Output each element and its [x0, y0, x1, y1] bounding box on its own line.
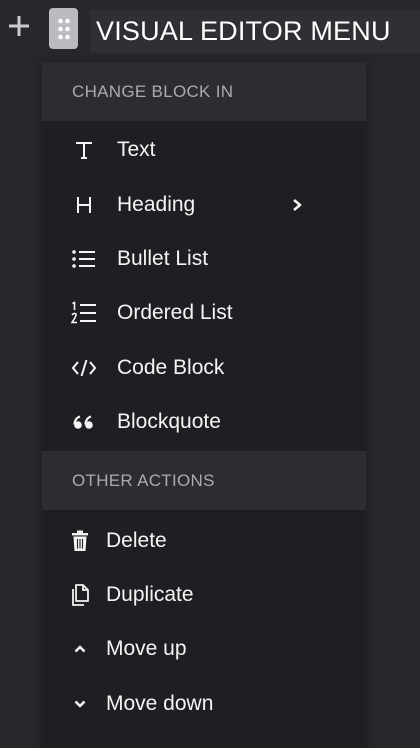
menu-item-label: Ordered List — [117, 301, 233, 325]
trash-icon — [66, 527, 94, 555]
editor-toolbar: VISUAL EDITOR MENU — [0, 0, 420, 58]
menu-item-label: Heading — [117, 192, 196, 216]
plus-icon — [9, 16, 29, 36]
menu-item-blockquote[interactable]: Blockquote — [42, 395, 366, 449]
menu-item-move-up[interactable]: Move up — [42, 622, 366, 676]
menu-item-label: Move down — [106, 691, 214, 715]
code-icon — [70, 354, 98, 382]
change-block-list: Text Heading Bullet List Ordered List Co… — [42, 121, 366, 451]
page-title: VISUAL EDITOR MENU — [96, 16, 391, 46]
menu-item-bullet-list[interactable]: Bullet List — [42, 232, 366, 286]
other-actions-list: Delete Duplicate Move up Move down — [42, 510, 366, 731]
menu-item-heading[interactable]: Heading — [42, 177, 366, 231]
heading-icon — [70, 191, 98, 219]
block-menu: CHANGE BLOCK IN Text Heading Bullet List… — [42, 62, 366, 748]
chevron-up-icon — [66, 635, 94, 663]
add-block-button[interactable] — [6, 12, 32, 40]
menu-item-ordered-list[interactable]: Ordered List — [42, 286, 366, 340]
menu-item-code-block[interactable]: Code Block — [42, 341, 366, 395]
menu-item-label: Delete — [106, 528, 167, 552]
page-title-box: VISUAL EDITOR MENU — [90, 10, 420, 53]
quote-icon — [70, 408, 98, 436]
menu-item-label: Duplicate — [106, 582, 194, 606]
menu-item-duplicate[interactable]: Duplicate — [42, 568, 366, 622]
menu-item-text[interactable]: Text — [42, 123, 366, 177]
menu-item-move-down[interactable]: Move down — [42, 677, 366, 731]
drag-handle-button[interactable] — [49, 8, 78, 49]
section-header-other-actions: OTHER ACTIONS — [42, 451, 366, 511]
menu-item-label: Move up — [106, 637, 187, 661]
bullet-list-icon — [70, 245, 98, 273]
chevron-down-icon — [66, 690, 94, 718]
text-icon — [70, 136, 98, 164]
menu-item-label: Text — [117, 138, 156, 162]
menu-item-label: Bullet List — [117, 246, 209, 270]
menu-item-delete[interactable]: Delete — [42, 513, 366, 567]
drag-handle-icon — [57, 18, 70, 39]
section-header-change-block: CHANGE BLOCK IN — [42, 62, 366, 121]
menu-item-label: Blockquote — [117, 410, 221, 434]
menu-item-label: Code Block — [117, 355, 225, 379]
chevron-right-icon — [288, 196, 306, 214]
ordered-list-icon — [70, 299, 98, 327]
copy-icon — [66, 581, 94, 609]
